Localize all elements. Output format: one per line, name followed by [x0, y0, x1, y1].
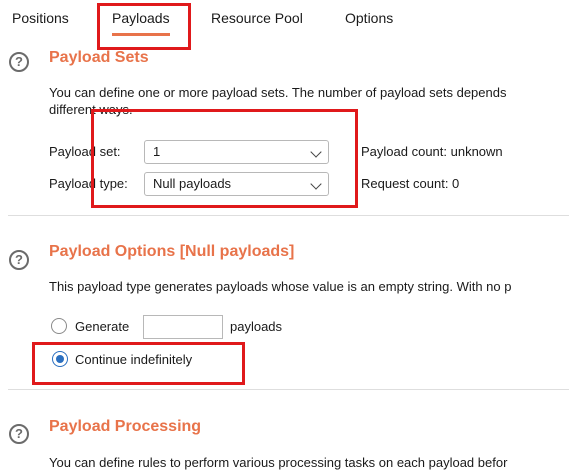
highlight-box-payloads-tab — [97, 3, 191, 50]
help-icon[interactable]: ? — [9, 250, 29, 270]
help-icon[interactable]: ? — [9, 424, 29, 444]
request-count-text: Request count: 0 — [361, 176, 460, 191]
payload-sets-title: Payload Sets — [49, 49, 149, 66]
section-divider — [8, 389, 569, 390]
highlight-box-payload-settings — [91, 109, 358, 208]
payloads-suffix-label: payloads — [230, 319, 283, 334]
highlight-box-continue-indefinitely — [32, 342, 245, 385]
help-icon[interactable]: ? — [9, 52, 29, 72]
tab-options[interactable]: Options — [345, 0, 393, 36]
payload-options-title: Payload Options [Null payloads] — [49, 243, 295, 260]
intruder-payloads-panel: Positions Payloads Resource Pool Options… — [0, 0, 569, 471]
tab-resource-pool[interactable]: Resource Pool — [211, 0, 303, 36]
payload-sets-description-line1: You can define one or more payload sets.… — [49, 85, 507, 100]
payload-processing-title: Payload Processing — [49, 418, 202, 435]
payload-processing-description: You can define rules to perform various … — [49, 455, 508, 470]
generate-count-input[interactable] — [143, 315, 223, 339]
payload-options-description: This payload type generates payloads who… — [49, 279, 512, 294]
tab-positions[interactable]: Positions — [12, 0, 69, 36]
generate-radio[interactable] — [51, 318, 67, 334]
tab-bar: Positions Payloads Resource Pool Options — [0, 0, 569, 36]
generate-label: Generate — [75, 319, 130, 334]
payload-count-text: Payload count: unknown — [361, 144, 503, 159]
section-divider — [8, 215, 569, 216]
